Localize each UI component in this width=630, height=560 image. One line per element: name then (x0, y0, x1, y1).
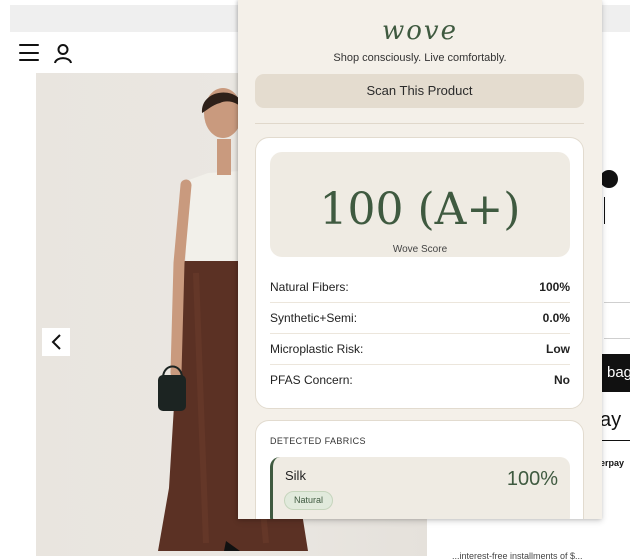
fabric-item: Silk Natural 100% (270, 457, 570, 519)
account-icon[interactable] (52, 42, 74, 64)
fabric-type-badge: Natural (284, 491, 334, 510)
afterpay-text: erpay (600, 458, 625, 468)
scan-product-button[interactable]: Scan This Product (255, 74, 584, 108)
pay-option-text: ay (600, 409, 622, 431)
add-to-bag-button[interactable]: bag (599, 354, 630, 392)
detected-fabrics-title: DETECTED FABRICS (270, 436, 366, 446)
menu-icon[interactable] (19, 44, 39, 61)
metric-value: 0.0% (542, 310, 570, 325)
divider (604, 197, 605, 224)
divider (600, 440, 630, 441)
metric-value: Low (546, 341, 570, 356)
score-box: 100 (A+) Wove Score (270, 152, 570, 257)
fabric-percent: 100% (506, 468, 558, 490)
metric-value: 100% (539, 279, 570, 294)
previous-image-button[interactable] (42, 328, 70, 356)
divider (604, 338, 630, 339)
divider (604, 302, 630, 303)
fabric-name: Silk (285, 468, 306, 483)
metric-microplastic-risk: Microplastic Risk: Low (270, 333, 570, 364)
detected-fabrics-card: DETECTED FABRICS Silk Natural 100% (255, 420, 584, 519)
metric-synthetic: Synthetic+Semi: 0.0% (270, 302, 570, 333)
metric-value: No (554, 372, 570, 387)
metric-label: Natural Fibers: (270, 279, 349, 294)
wove-score-label: Wove Score (392, 244, 448, 255)
score-card: 100 (A+) Wove Score Natural Fibers: 100%… (255, 137, 584, 409)
chevron-left-icon (51, 334, 61, 350)
metric-pfas-concern: PFAS Concern: No (270, 364, 570, 395)
tagline: Shop consciously. Live comfortably. (333, 52, 507, 64)
installment-text: ...interest-free installments of $... (452, 551, 583, 560)
color-swatch[interactable] (600, 170, 618, 188)
metric-label: Synthetic+Semi: (270, 310, 358, 325)
metric-label: PFAS Concern: (270, 372, 353, 387)
metric-label: Microplastic Risk: (270, 341, 364, 356)
wove-extension-panel: wove Shop consciously. Live comfortably.… (238, 0, 602, 519)
wove-score-value: 100 (A+) (319, 184, 521, 235)
metric-natural-fibers: Natural Fibers: 100% (270, 271, 570, 302)
wove-logo: wove (382, 16, 458, 46)
divider (255, 123, 584, 124)
